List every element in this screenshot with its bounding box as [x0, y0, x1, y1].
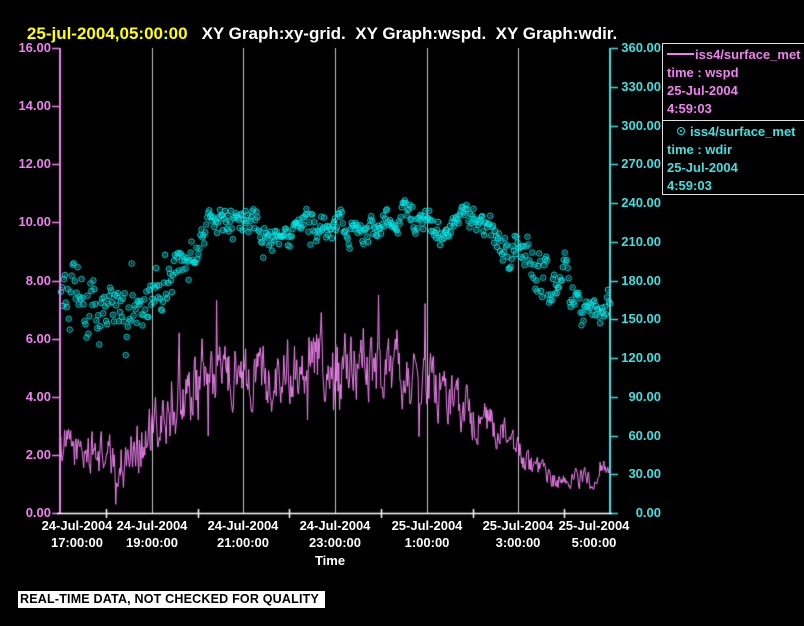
x-axis-tick-label: 25-Jul-2004 5:00:00: [539, 517, 649, 551]
legend-wdir-date: 25-Jul-2004: [667, 160, 738, 175]
line-symbol-icon: [667, 53, 694, 55]
legend-wspd-source: iss4/surface_met: [695, 47, 801, 62]
legend-wspd-field: time : wspd: [667, 65, 739, 80]
legend-entry-wspd: iss4/surface_met time : wspd 25-Jul-2004…: [663, 44, 804, 121]
x-tick-date: 25-Jul-2004: [558, 518, 630, 533]
legend: iss4/surface_met time : wspd 25-Jul-2004…: [662, 43, 804, 195]
legend-wspd-source-row: iss4/surface_met: [667, 46, 804, 64]
legend-wdir-source-row: iss4/surface_met: [667, 123, 804, 141]
quality-banner: REAL-TIME DATA, NOT CHECKED FOR QUALITY: [18, 591, 325, 608]
legend-wdir-source: iss4/surface_met: [690, 124, 796, 139]
x-tick-time: 5:00:00: [571, 535, 617, 550]
legend-wdir-time: 4:59:03: [667, 178, 712, 193]
xy-graph-window: 25-jul-2004,05:00:00XY Graph:xy-grid. XY…: [0, 0, 804, 626]
x-axis-title: Time: [314, 553, 346, 568]
legend-wdir-field: time : wdir: [667, 142, 733, 157]
legend-wspd-date: 25-Jul-2004: [667, 83, 738, 98]
legend-wspd-time: 4:59:03: [667, 101, 712, 116]
circle-symbol-icon: [677, 127, 685, 135]
legend-entry-wdir: iss4/surface_met time : wdir 25-Jul-2004…: [663, 121, 804, 197]
